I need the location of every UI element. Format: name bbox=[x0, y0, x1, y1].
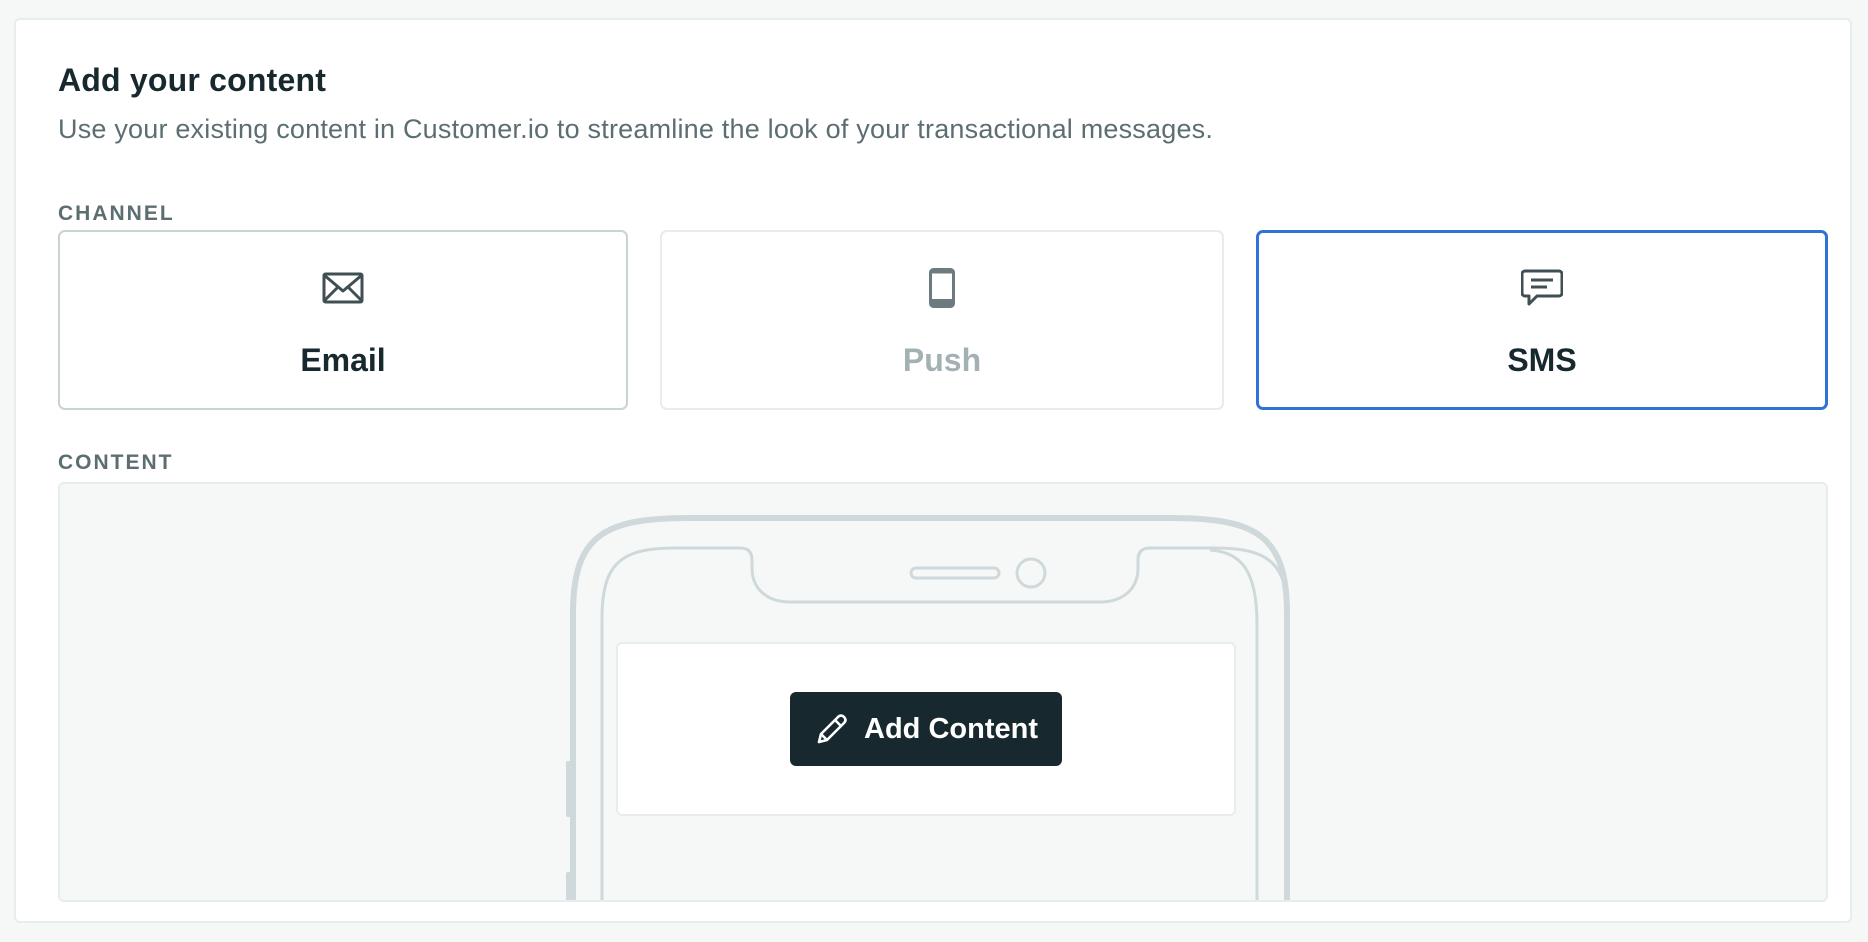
content-section-label: CONTENT bbox=[58, 451, 174, 474]
channel-option-email[interactable]: Email bbox=[58, 230, 628, 410]
envelope-icon bbox=[321, 268, 365, 308]
pencil-icon bbox=[814, 711, 850, 747]
add-content-card: Add your content Use your existing conte… bbox=[14, 18, 1852, 923]
channel-option-sms-label: SMS bbox=[1507, 342, 1577, 378]
page-subtitle: Use your existing content in Customer.io… bbox=[58, 114, 1214, 144]
chat-bubble-icon bbox=[1520, 268, 1564, 308]
page-title: Add your content bbox=[58, 62, 327, 98]
add-content-button-label: Add Content bbox=[864, 712, 1038, 745]
channel-option-push[interactable]: Push bbox=[660, 230, 1224, 410]
mobile-phone-icon bbox=[920, 268, 964, 308]
channel-option-email-label: Email bbox=[300, 342, 386, 378]
phone-screen-panel: Add Content bbox=[616, 642, 1236, 816]
channel-option-sms[interactable]: SMS bbox=[1256, 230, 1828, 410]
add-content-button[interactable]: Add Content bbox=[790, 692, 1062, 766]
channel-option-push-label: Push bbox=[902, 342, 982, 378]
channel-section-label: CHANNEL bbox=[58, 202, 175, 225]
content-preview-area: Add Content bbox=[58, 482, 1828, 902]
